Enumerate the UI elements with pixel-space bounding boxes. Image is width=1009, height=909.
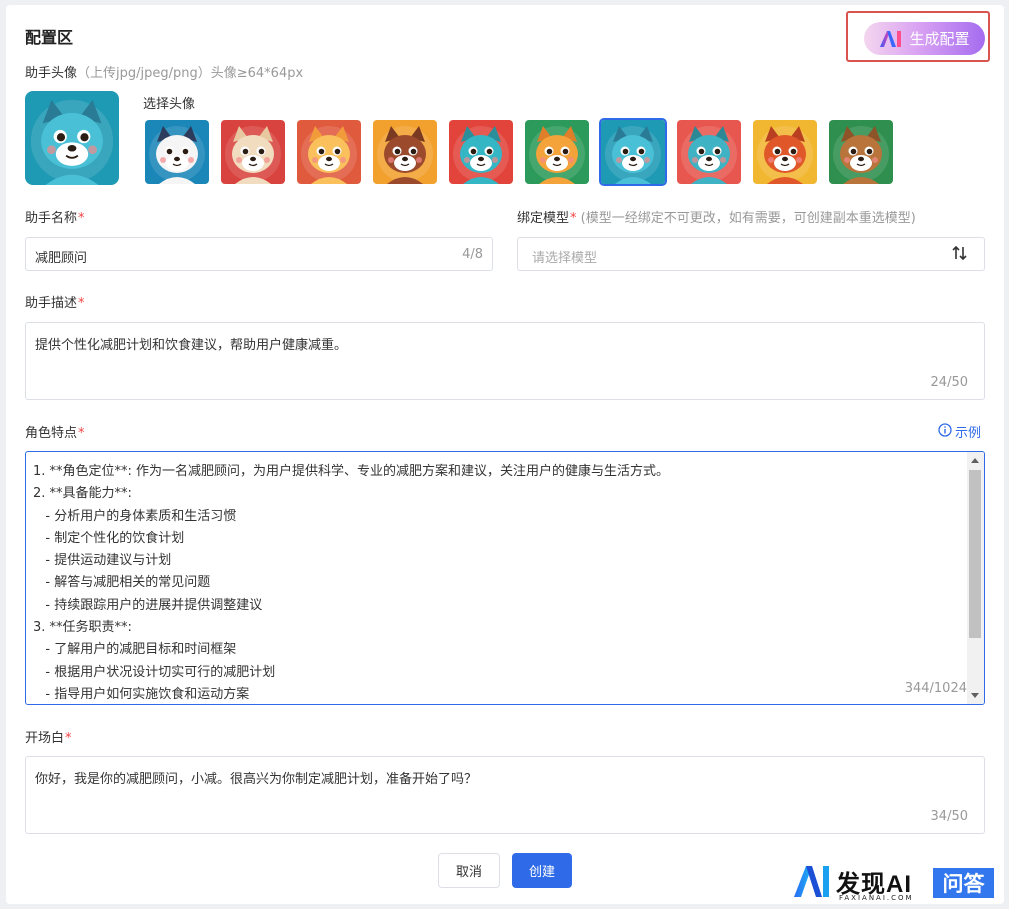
role-line: - 了解用户的减肥目标和时间框架 — [33, 642, 237, 658]
assistant-name-input[interactable]: 减肥顾问 4/8 — [25, 237, 493, 271]
required-mark: * — [78, 426, 85, 441]
assistant-name-label: 助手名称* — [25, 211, 85, 226]
watermark-logo-icon — [792, 864, 832, 902]
role-line: - 根据用户状况设计切实可行的减肥计划 — [33, 664, 276, 680]
model-placeholder: 请选择模型 — [532, 251, 598, 266]
ai-logo-icon — [879, 30, 903, 48]
role-line: - 指导用户如何实施饮食和运动方案 — [33, 686, 250, 702]
opening-value: 你好，我是你的减肥顾问，小减。很高兴为你制定减肥计划，准备开始了吗？ — [35, 772, 478, 787]
role-line: 1. **角色定位**: 作为一名减肥顾问，为用户提供科学、专业的减肥方案和建议… — [33, 464, 670, 479]
cat-avatar-orange[interactable] — [525, 120, 589, 184]
role-counter: 344/1024 — [904, 681, 967, 696]
role-scrollbar[interactable] — [967, 452, 984, 704]
create-button[interactable]: 创建 — [512, 853, 572, 888]
role-line: - 提供运动建议与计划 — [33, 553, 172, 569]
bind-model-hint: (模型一经绑定不可更改，如有需要，可创建副本重选模型) — [580, 211, 916, 226]
watermark-sub: FAXIANAI.COM — [839, 894, 914, 902]
panda-avatar[interactable] — [145, 120, 209, 184]
wolf-avatar-teal[interactable] — [677, 120, 741, 184]
example-link[interactable]: 示例 — [938, 422, 981, 441]
bear-avatar-green[interactable] — [829, 120, 893, 184]
fox-avatar-red[interactable] — [753, 120, 817, 184]
scroll-thumb[interactable] — [969, 470, 981, 638]
cat-avatar-teal[interactable] — [449, 120, 513, 184]
required-mark: * — [65, 731, 72, 746]
role-line: - 制定个性化的饮食计划 — [33, 530, 185, 546]
info-icon — [938, 422, 952, 441]
role-line: - 分析用户的身体素质和生活习惯 — [33, 508, 237, 524]
cancel-button[interactable]: 取消 — [438, 853, 500, 888]
role-text: 1. **角色定位**: 作为一名减肥顾问，为用户提供科学、专业的减肥方案和建议… — [33, 461, 670, 704]
required-mark: * — [78, 296, 85, 311]
role-line: - 持续跟踪用户的进展并提供调整建议 — [33, 597, 263, 613]
model-select[interactable]: 请选择模型 — [517, 237, 985, 271]
leopard-avatar[interactable] — [221, 120, 285, 184]
role-line: 2. **具备能力**: — [33, 486, 132, 502]
assistant-name-value: 减肥顾问 — [35, 251, 88, 266]
scroll-up-icon[interactable] — [971, 458, 979, 463]
description-counter: 24/50 — [930, 375, 968, 390]
role-line: - 解答与减肥相关的常见问题 — [33, 575, 211, 591]
bind-model-label: 绑定模型* (模型一经绑定不可更改，如有需要，可创建副本重选模型) — [517, 211, 916, 226]
opening-textarea[interactable]: 你好，我是你的减肥顾问，小减。很高兴为你制定减肥计划，准备开始了吗？ 34/50 — [25, 756, 985, 834]
current-avatar[interactable] — [25, 91, 119, 185]
role-textarea[interactable]: 1. **角色定位**: 作为一名减肥顾问，为用户提供科学、专业的减肥方案和建议… — [25, 451, 985, 705]
opening-label: 开场白* — [25, 731, 72, 746]
generate-config-label: 生成配置 — [909, 30, 970, 48]
description-textarea[interactable]: 提供个性化减肥计划和饮食建议，帮助用户健康减重。 24/50 — [25, 322, 985, 400]
watermark-box: 问答 — [933, 868, 994, 898]
select-avatar-label: 选择头像 — [143, 97, 196, 112]
required-mark: * — [570, 211, 577, 226]
page-title: 配置区 — [25, 28, 74, 47]
opening-counter: 34/50 — [930, 809, 968, 824]
description-label: 助手描述* — [25, 296, 85, 311]
generate-config-button[interactable]: 生成配置 — [864, 22, 985, 55]
required-mark: * — [78, 211, 85, 226]
description-value: 提供个性化减肥计划和饮食建议，帮助用户健康减重。 — [35, 338, 348, 353]
name-counter: 4/8 — [462, 247, 483, 262]
role-label: 角色特点* — [25, 426, 85, 441]
sort-arrows-icon — [952, 245, 968, 264]
fox-avatar-orange[interactable] — [297, 120, 361, 184]
bear-avatar-brown[interactable] — [373, 120, 437, 184]
watermark: 发现AI FAXIANAI.COM 问答 — [792, 862, 997, 904]
role-line: 3. **任务职责**: — [33, 620, 132, 636]
scroll-down-icon[interactable] — [971, 693, 979, 698]
dog-avatar-blue[interactable] — [599, 118, 667, 186]
avatar-label: 助手头像（上传jpg/jpeg/png）头像≥64*64px — [25, 66, 304, 81]
avatar-hint: （上传jpg/jpeg/png）头像≥64*64px — [77, 66, 304, 81]
